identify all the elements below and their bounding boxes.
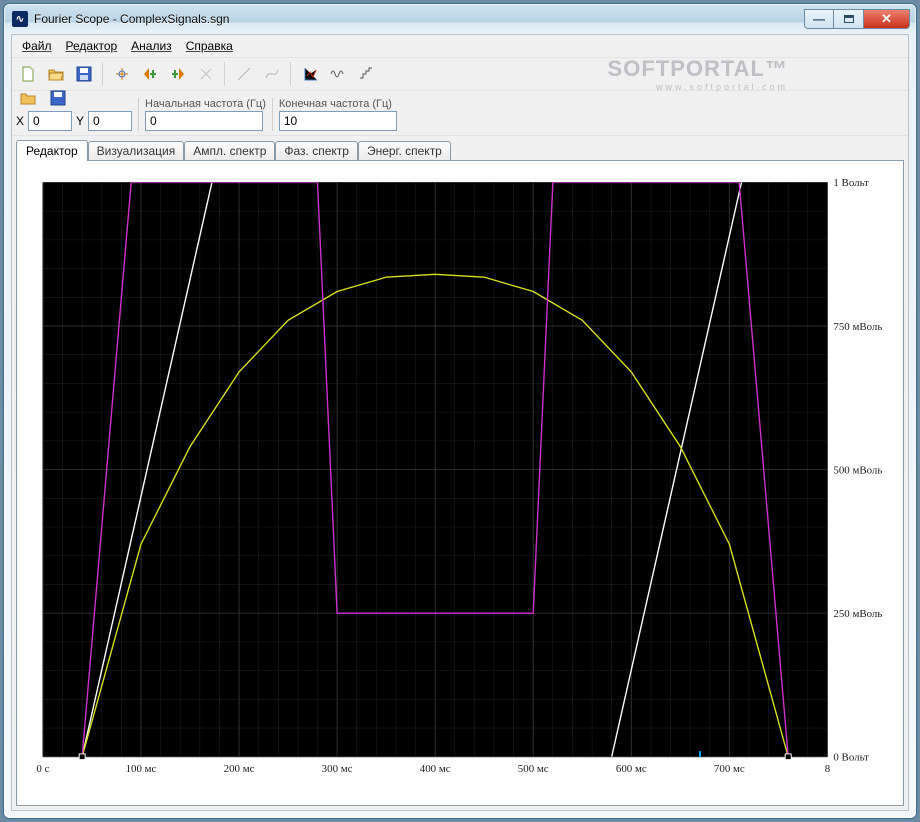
y-input[interactable]	[88, 111, 132, 131]
remove-point-button[interactable]	[194, 62, 218, 86]
svg-text:0 с: 0 с	[36, 764, 49, 775]
watermark-brand: SOFTPORTAL	[608, 56, 765, 81]
stairs-icon	[358, 66, 374, 82]
cursor-tool-button[interactable]	[110, 62, 134, 86]
x-input[interactable]	[28, 111, 72, 131]
new-file-icon	[20, 66, 36, 82]
crosshair-icon	[114, 66, 130, 82]
tab-energy[interactable]: Энерг. спектр	[358, 141, 451, 160]
axes-grid-button[interactable]	[298, 62, 322, 86]
svg-text:0 Вольт: 0 Вольт	[833, 753, 869, 764]
coords-toolbar: X Y Начальная частота (Гц) Конечная част…	[12, 91, 908, 135]
open-coords-button[interactable]	[16, 87, 40, 109]
stairs-button[interactable]	[354, 62, 378, 86]
watermark: SOFTPORTAL™ www.softportal.com	[608, 56, 788, 92]
waveform-button[interactable]	[326, 62, 350, 86]
tab-visual[interactable]: Визуализация	[88, 141, 185, 160]
open-folder-icon	[48, 66, 64, 82]
svg-text:750 мВоль: 750 мВоль	[833, 322, 882, 333]
freq-end-label: Конечная частота (Гц)	[279, 98, 397, 110]
freq-start-label: Начальная частота (Гц)	[145, 98, 266, 110]
insert-left-button[interactable]	[138, 62, 162, 86]
svg-text:200 мс: 200 мс	[224, 764, 255, 775]
freq-end-input[interactable]	[279, 111, 397, 131]
window-title: Fourier Scope - ComplexSignals.sgn	[34, 12, 804, 26]
insert-right-button[interactable]	[166, 62, 190, 86]
menu-analysis[interactable]: Анализ	[125, 37, 178, 55]
open-folder-icon	[20, 90, 36, 106]
line-tool-button[interactable]	[232, 62, 256, 86]
svg-text:600 мс: 600 мс	[616, 764, 647, 775]
open-file-button[interactable]	[44, 62, 68, 86]
menu-editor[interactable]: Редактор	[60, 37, 124, 55]
tab-amp[interactable]: Ампл. спектр	[184, 141, 275, 160]
menu-help[interactable]: Справка	[180, 37, 239, 55]
app-icon: ∿	[12, 11, 28, 27]
waveform-icon	[330, 66, 346, 82]
coord-inputs: X Y	[16, 111, 132, 131]
save-coords-button[interactable]	[46, 87, 70, 109]
spline-tool-button[interactable]	[260, 62, 284, 86]
svg-text:100 мс: 100 мс	[126, 764, 157, 775]
client-area: Файл Редактор Анализ Справка	[11, 34, 909, 811]
minimize-button[interactable]: —	[804, 9, 834, 29]
menubar: Файл Редактор Анализ Справка	[12, 35, 908, 57]
svg-text:8: 8	[825, 764, 830, 775]
tabstrip: Редактор Визуализация Ампл. спектр Фаз. …	[12, 136, 908, 160]
save-icon	[50, 90, 66, 106]
svg-text:500 мВоль: 500 мВоль	[833, 466, 882, 477]
insert-left-icon	[142, 66, 158, 82]
line-icon	[236, 66, 252, 82]
save-icon	[76, 66, 92, 82]
svg-text:400 мс: 400 мс	[420, 764, 451, 775]
close-button[interactable]: ✕	[864, 9, 910, 29]
svg-text:700 мс: 700 мс	[714, 764, 745, 775]
plot-page: 0 с 100 мс 200 мс 300 мс 400 мс 500 мс 600 мс 7…	[16, 160, 904, 806]
new-file-button[interactable]	[16, 62, 40, 86]
svg-text:300 мс: 300 мс	[322, 764, 353, 775]
titlebar: ∿ Fourier Scope - ComplexSignals.sgn — ✕	[4, 4, 916, 34]
axes-icon	[302, 66, 318, 82]
spline-icon	[264, 66, 280, 82]
toolbar: SOFTPORTAL™ www.softportal.com	[12, 58, 908, 90]
x-label: X	[16, 114, 24, 128]
freq-start-input[interactable]	[145, 111, 263, 131]
freq-start-group: Начальная частота (Гц)	[138, 98, 266, 131]
save-button[interactable]	[72, 62, 96, 86]
menu-file[interactable]: Файл	[16, 37, 58, 55]
svg-text:250 мВоль: 250 мВоль	[833, 609, 882, 620]
tab-editor[interactable]: Редактор	[16, 140, 88, 161]
freq-end-group: Конечная частота (Гц)	[272, 98, 397, 131]
toolbar-sep	[290, 62, 292, 86]
window-buttons: — ✕	[804, 9, 910, 29]
svg-text:1 Вольт: 1 Вольт	[833, 178, 869, 189]
svg-text:500 мс: 500 мс	[518, 764, 549, 775]
toolbar-sep	[102, 62, 104, 86]
tab-phase[interactable]: Фаз. спектр	[275, 141, 358, 160]
maximize-button[interactable]	[834, 9, 864, 29]
app-window: ∿ Fourier Scope - ComplexSignals.sgn — ✕…	[3, 3, 917, 819]
toolbar-sep	[224, 62, 226, 86]
signal-plot[interactable]: 0 с 100 мс 200 мс 300 мс 400 мс 500 мс 600 мс 7…	[33, 173, 887, 785]
y-label: Y	[76, 114, 84, 128]
remove-point-icon	[198, 66, 214, 82]
insert-right-icon	[170, 66, 186, 82]
